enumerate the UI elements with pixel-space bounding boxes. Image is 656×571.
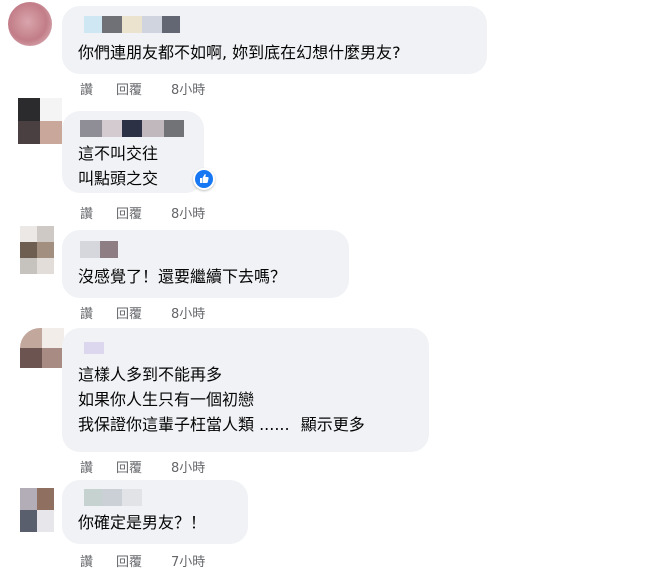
comment-bubble: 你們連朋友都不如啊, 妳到底在幻想什麼男友? xyxy=(62,6,487,74)
like-link[interactable]: 讚 xyxy=(80,457,93,476)
like-link[interactable]: 讚 xyxy=(80,551,93,570)
reaction-badge[interactable] xyxy=(193,168,215,190)
reply-link[interactable]: 回覆 xyxy=(116,551,142,570)
author-name-redacted[interactable] xyxy=(80,120,184,137)
comment-1: 你們連朋友都不如啊, 妳到底在幻想什麼男友? 讚 回覆 8小時 xyxy=(0,0,656,100)
comment-5: 你確定是男友？！ 讚 回覆 7小時 xyxy=(0,480,656,571)
like-link[interactable]: 讚 xyxy=(80,203,93,222)
comment-line: 這不叫交往 xyxy=(78,144,159,163)
comment-3: 沒感覺了！還要繼續下去嗎？ 讚 回覆 8小時 xyxy=(0,222,656,322)
comment-line: 我保證你這輩子枉當人類 ...... xyxy=(78,415,290,434)
comment-bubble: 這不叫交往 叫點頭之交 xyxy=(62,111,204,193)
comment-bubble: 沒感覺了！還要繼續下去嗎？ xyxy=(62,230,349,298)
author-name-redacted[interactable] xyxy=(84,16,180,33)
comment-line: 你確定是男友？！ xyxy=(78,513,207,532)
comment-bubble: 這樣人多到不能再多 如果你人生只有一個初戀 我保證你這輩子枉當人類 ......… xyxy=(62,328,429,452)
reply-link[interactable]: 回覆 xyxy=(116,457,142,476)
author-name-redacted[interactable] xyxy=(80,241,118,258)
see-more-link[interactable]: 顯示更多 xyxy=(301,415,365,434)
author-name-redacted[interactable] xyxy=(84,342,104,354)
comment-text: 這樣人多到不能再多 如果你人生只有一個初戀 我保證你這輩子枉當人類 ......… xyxy=(78,362,365,437)
avatar[interactable] xyxy=(18,98,62,144)
comment-actions: 讚 回覆 8小時 xyxy=(80,457,280,476)
comment-actions: 讚 回覆 8小時 xyxy=(80,303,280,322)
comment-text: 沒感覺了！還要繼續下去嗎？ xyxy=(78,264,286,289)
thumbs-up-icon xyxy=(195,170,213,188)
timestamp[interactable]: 8小時 xyxy=(171,203,205,222)
avatar[interactable] xyxy=(20,328,64,368)
comment-line: 沒感覺了！還要繼續下去嗎？ xyxy=(78,267,287,286)
avatar[interactable] xyxy=(20,226,54,274)
comment-line: 你們連朋友都不如啊, 妳到底在幻想什麼男友? xyxy=(78,43,401,62)
comment-line-with-more: 我保證你這輩子枉當人類 ...... 顯示更多 xyxy=(78,412,365,437)
comment-4: 這樣人多到不能再多 如果你人生只有一個初戀 我保證你這輩子枉當人類 ......… xyxy=(0,320,656,480)
reply-link[interactable]: 回覆 xyxy=(116,203,142,222)
comment-actions: 讚 回覆 8小時 xyxy=(80,203,280,222)
timestamp[interactable]: 7小時 xyxy=(171,551,205,570)
comment-text: 這不叫交往 叫點頭之交 xyxy=(78,141,158,191)
comment-line: 這樣人多到不能再多 xyxy=(78,365,223,384)
comment-line: 叫點頭之交 xyxy=(78,169,159,188)
comment-text: 你確定是男友？！ xyxy=(78,510,206,535)
comment-2: 這不叫交往 叫點頭之交 讚 回覆 8小時 xyxy=(0,96,656,226)
avatar[interactable] xyxy=(20,488,54,532)
comment-line: 如果你人生只有一個初戀 xyxy=(78,390,255,409)
timestamp[interactable]: 8小時 xyxy=(171,457,205,476)
comment-actions: 讚 回覆 7小時 xyxy=(80,551,280,570)
author-name-redacted[interactable] xyxy=(84,489,142,506)
comment-bubble: 你確定是男友？！ xyxy=(62,480,248,544)
comment-actions: 讚 回覆 8小時 xyxy=(80,79,280,98)
avatar[interactable] xyxy=(8,2,52,46)
comment-text: 你們連朋友都不如啊, 妳到底在幻想什麼男友? xyxy=(78,40,401,65)
